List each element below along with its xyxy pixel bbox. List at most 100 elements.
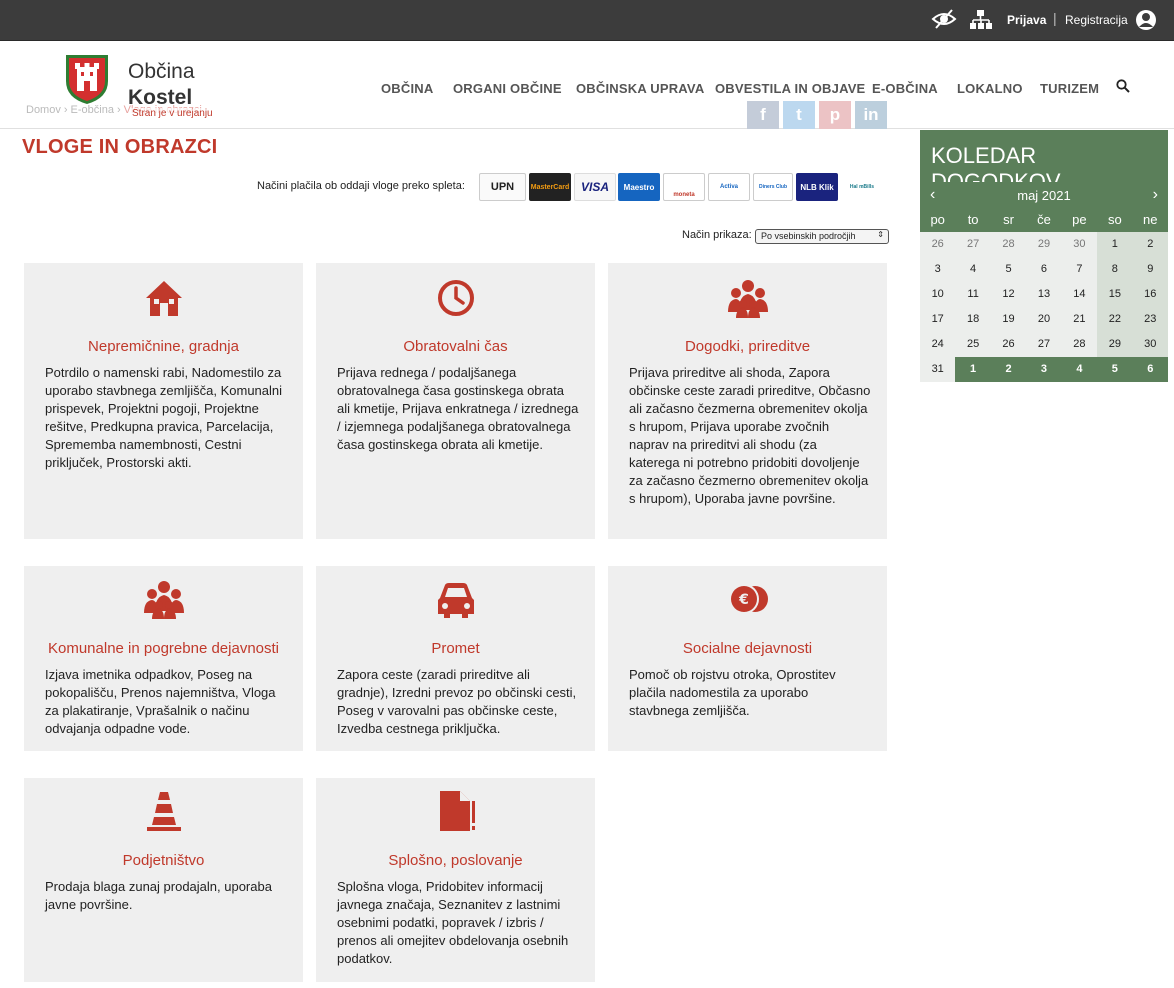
calendar-day[interactable]: 31 <box>920 357 955 382</box>
pinterest-share-button[interactable]: p <box>819 101 851 129</box>
calendar-day[interactable]: 23 <box>1132 307 1168 332</box>
breadcrumb-home[interactable]: Domov <box>26 104 61 116</box>
calendar-day[interactable]: 13 <box>1026 282 1061 307</box>
calendar-day[interactable]: 26 <box>920 232 955 257</box>
breadcrumb-separator: › <box>63 104 68 116</box>
card-podjetnistvo[interactable]: Podjetništvo Prodaja blaga zunaj prodaja… <box>24 778 303 982</box>
calendar-day[interactable]: 30 <box>1132 332 1168 357</box>
visa-logo: VISA <box>574 173 616 201</box>
payment-methods-label: Načini plačila ob oddaji vloge preko spl… <box>257 180 465 192</box>
pinterest-icon: p <box>829 105 841 124</box>
card-nepremicnine[interactable]: Nepremičnine, gradnja Potrdilo o namensk… <box>24 263 303 539</box>
activa-logo: Activa <box>708 173 750 201</box>
nav-e-obcina[interactable]: E-OBČINA <box>872 81 938 96</box>
card-title[interactable]: Dogodki, prireditve <box>608 338 887 355</box>
calendar-day[interactable]: 7 <box>1062 257 1097 282</box>
linkedin-icon: in <box>863 105 879 124</box>
calendar-day[interactable]: 15 <box>1097 282 1133 307</box>
calendar-day[interactable]: 25 <box>955 332 990 357</box>
register-link[interactable]: Registracija <box>1065 13 1128 27</box>
house-icon <box>145 281 182 316</box>
card-promet[interactable]: Promet Zapora ceste (zaradi prireditve a… <box>316 566 595 751</box>
calendar-day[interactable]: 30 <box>1062 232 1097 257</box>
card-dogodki[interactable]: Dogodki, prireditve Prijava prireditve a… <box>608 263 887 539</box>
nav-turizem[interactable]: TURIZEM <box>1040 81 1099 96</box>
card-title[interactable]: Socialne dejavnosti <box>608 640 887 657</box>
nav-obcinska-uprava[interactable]: OBČINSKA UPRAVA <box>576 81 704 96</box>
calendar-day[interactable]: 6 <box>1026 257 1061 282</box>
card-splosno[interactable]: Splošno, poslovanje Splošna vloga, Prido… <box>316 778 595 982</box>
calendar-title: KOLEDAR DOGODKOV <box>920 130 1168 194</box>
sitemap-icon[interactable] <box>968 8 994 32</box>
euro-coins-icon: € <box>728 584 768 614</box>
brand-name-line1[interactable]: Občina <box>128 60 195 84</box>
calendar-day[interactable]: 2 <box>1132 232 1168 257</box>
search-icon[interactable] <box>1116 79 1130 93</box>
calendar-next-button[interactable]: › <box>1153 186 1158 204</box>
display-mode-select[interactable]: Po vsebinskih področjih ⇕ <box>755 229 889 244</box>
calendar-day[interactable]: 18 <box>955 307 990 332</box>
card-title[interactable]: Promet <box>316 640 595 657</box>
nav-organi-obcine[interactable]: ORGANI OBČINE <box>453 81 562 96</box>
top-bar: Prijava | Registracija <box>0 0 1174 41</box>
eye-accessibility-icon[interactable] <box>931 8 957 32</box>
card-socialne[interactable]: € Socialne dejavnosti Pomoč ob rojstvu o… <box>608 566 887 751</box>
calendar-day[interactable]: 16 <box>1132 282 1168 307</box>
calendar-day[interactable]: 3 <box>1026 357 1062 382</box>
user-icon[interactable] <box>1135 9 1157 31</box>
login-link[interactable]: Prijava <box>1007 13 1046 27</box>
calendar-day[interactable]: 28 <box>991 232 1026 257</box>
calendar-day[interactable]: 8 <box>1097 257 1133 282</box>
site-header: Občina Kostel Domov›E-občina›Vloge in ob… <box>0 41 1174 129</box>
linkedin-share-button[interactable]: in <box>855 101 887 129</box>
facebook-share-button[interactable]: f <box>747 101 779 129</box>
calendar-day[interactable]: 21 <box>1062 307 1097 332</box>
calendar-day[interactable]: 4 <box>1061 357 1098 382</box>
card-description: Prodaja blaga zunaj prodajaln, uporaba j… <box>45 879 272 912</box>
calendar-day[interactable]: 2 <box>990 357 1027 382</box>
calendar-day[interactable]: 1 <box>955 357 991 382</box>
nav-lokalno[interactable]: LOKALNO <box>957 81 1023 96</box>
twitter-share-button[interactable]: t <box>783 101 815 129</box>
card-title[interactable]: Komunalne in pogrebne dejavnosti <box>24 640 303 657</box>
coat-of-arms-logo[interactable] <box>64 53 110 105</box>
breadcrumb-separator: › <box>116 104 121 116</box>
calendar-day[interactable]: 9 <box>1132 257 1168 282</box>
maestro-logo: Maestro <box>618 173 660 201</box>
calendar-day[interactable]: 19 <box>991 307 1026 332</box>
calendar-day[interactable]: 27 <box>955 232 990 257</box>
document-icon <box>439 791 475 831</box>
calendar-day[interactable]: 6 <box>1132 357 1168 382</box>
card-description: Izjava imetnika odpadkov, Poseg na pokop… <box>45 667 276 736</box>
event-calendar: KOLEDAR DOGODKOV ‹ maj 2021 › po to sr če pe… <box>920 130 1168 382</box>
card-title[interactable]: Obratovalni čas <box>316 338 595 355</box>
calendar-day[interactable]: 29 <box>1026 232 1061 257</box>
calendar-day[interactable]: 24 <box>920 332 955 357</box>
calendar-day[interactable]: 26 <box>991 332 1026 357</box>
card-title[interactable]: Nepremičnine, gradnja <box>24 338 303 355</box>
display-mode-label: Način prikaza: <box>682 229 752 241</box>
nav-obcina[interactable]: OBČINA <box>381 81 433 96</box>
calendar-day[interactable]: 3 <box>920 257 955 282</box>
nav-obvestila-in-objave[interactable]: OBVESTILA IN OBJAVE <box>715 81 865 96</box>
calendar-day[interactable]: 1 <box>1097 232 1133 257</box>
card-title[interactable]: Splošno, poslovanje <box>316 852 595 869</box>
card-title[interactable]: Podjetništvo <box>24 852 303 869</box>
calendar-day[interactable]: 11 <box>955 282 990 307</box>
calendar-day[interactable]: 10 <box>920 282 955 307</box>
calendar-day[interactable]: 14 <box>1062 282 1097 307</box>
calendar-day[interactable]: 29 <box>1097 332 1133 357</box>
calendar-day[interactable]: 12 <box>991 282 1026 307</box>
card-komunalne[interactable]: Komunalne in pogrebne dejavnosti Izjava … <box>24 566 303 751</box>
calendar-day[interactable]: 22 <box>1097 307 1133 332</box>
calendar-day[interactable]: 4 <box>955 257 990 282</box>
calendar-day[interactable]: 17 <box>920 307 955 332</box>
calendar-day[interactable]: 5 <box>1097 357 1133 382</box>
calendar-day[interactable]: 5 <box>991 257 1026 282</box>
breadcrumb-eobcina[interactable]: E-občina <box>71 104 114 116</box>
community-icon <box>143 581 184 619</box>
calendar-day[interactable]: 27 <box>1026 332 1061 357</box>
card-obratovalni-cas[interactable]: Obratovalni čas Prijava rednega / podalj… <box>316 263 595 539</box>
calendar-day[interactable]: 20 <box>1026 307 1061 332</box>
calendar-day[interactable]: 28 <box>1062 332 1097 357</box>
